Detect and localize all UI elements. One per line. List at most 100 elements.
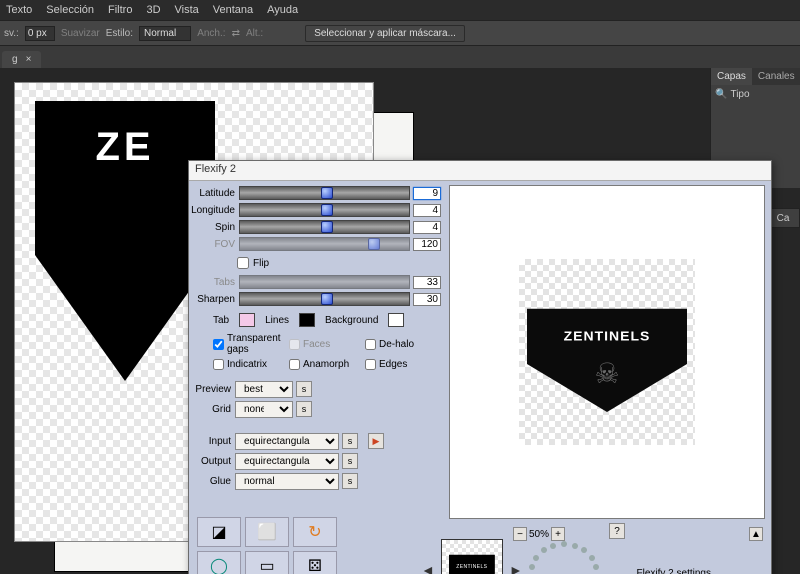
indicatrix-checkbox[interactable] <box>213 359 224 370</box>
output-label: Output <box>189 456 235 467</box>
glue-select[interactable]: normal <box>235 473 339 490</box>
dehalo-checkbox[interactable] <box>365 339 376 350</box>
main-menu-bar: Texto Selección Filtro 3D Vista Ventana … <box>0 0 800 20</box>
indicatrix-label: Indicatrix <box>227 359 267 370</box>
latitude-input[interactable] <box>413 187 441 200</box>
background-color-swatch[interactable] <box>388 313 404 327</box>
preview-label: Preview <box>189 384 235 395</box>
glue-reset-button[interactable]: s <box>342 473 358 489</box>
lines-color-swatch[interactable] <box>299 313 315 327</box>
preview-shield: ZENTINELS ☠ <box>527 292 687 412</box>
document-tab[interactable]: g × <box>2 51 41 68</box>
faces-label: Faces <box>303 339 330 350</box>
dialog-title: Flexify 2 <box>189 161 771 181</box>
settings-label: Flexify 2 settings <box>637 568 711 574</box>
opt-alt-label: Alt.: <box>246 28 263 39</box>
fov-input[interactable] <box>413 238 441 251</box>
flip-label: Flip <box>253 258 269 269</box>
input-play-button[interactable]: ▶ <box>368 433 384 449</box>
anamorph-label: Anamorph <box>303 359 349 370</box>
preset-refresh-icon[interactable]: ↻ <box>293 517 337 547</box>
preview-panel[interactable]: ZENTINELS ☠ <box>449 185 765 519</box>
tab-capas[interactable]: Capas <box>711 68 752 85</box>
anamorph-checkbox[interactable] <box>289 359 300 370</box>
menu-3d[interactable]: 3D <box>146 4 160 16</box>
output-select[interactable]: equirectangular <box>235 453 339 470</box>
tab-color-swatch[interactable] <box>239 313 255 327</box>
sharpen-input[interactable] <box>413 293 441 306</box>
menu-vista[interactable]: Vista <box>175 4 199 16</box>
lines-swatch-label: Lines <box>265 315 289 326</box>
spin-input[interactable] <box>413 221 441 234</box>
dehalo-label: De-halo <box>379 339 414 350</box>
input-label: Input <box>189 436 235 447</box>
input-select[interactable]: equirectangular <box>235 433 339 450</box>
tab-swatch-label: Tab <box>213 315 229 326</box>
spin-slider[interactable] <box>239 220 410 234</box>
grid-select[interactable]: none <box>235 401 293 418</box>
preview-checker: ZENTINELS ☠ <box>519 259 695 445</box>
preset-dice-icon[interactable]: ⚄ <box>293 551 337 574</box>
output-reset-button[interactable]: s <box>342 453 358 469</box>
edges-label: Edges <box>379 359 407 370</box>
shield-text: ZE <box>95 125 154 381</box>
thumbnail-text: ZENTINELS <box>449 564 495 570</box>
sharpen-slider[interactable] <box>239 292 410 306</box>
layer-filter-row[interactable]: 🔍 Tipo <box>715 89 796 100</box>
opt-suavizar: Suavizar <box>61 28 100 39</box>
opt-anch-label: Anch.: <box>197 28 225 39</box>
tabs-label: Tabs <box>189 277 239 288</box>
grid-reset-button[interactable]: s <box>296 401 312 417</box>
help-button[interactable]: ? <box>609 523 625 539</box>
menu-filtro[interactable]: Filtro <box>108 4 132 16</box>
transparent-gaps-label: Transparent gaps <box>227 333 289 355</box>
opt-sv-label: sv.: <box>4 28 19 39</box>
longitude-label: Longitude <box>189 205 239 216</box>
flip-checkbox[interactable] <box>237 257 249 269</box>
tab-canales[interactable]: Canales <box>752 68 800 85</box>
tabs-slider <box>239 275 410 289</box>
search-icon: 🔍 <box>715 89 727 100</box>
menu-seleccion[interactable]: Selección <box>46 4 94 16</box>
flexify-dialog: Flexify 2 Latitude Longitude Spin <box>188 160 772 574</box>
preset-folder-icon[interactable]: ▭ <box>245 551 289 574</box>
preview-select[interactable]: best <box>235 381 293 398</box>
thumb-next-icon[interactable]: ► <box>509 562 523 574</box>
select-mask-button[interactable]: Seleccionar y aplicar máscara... <box>305 25 465 42</box>
preset-apple-icon[interactable]: ⬜ <box>245 517 289 547</box>
opt-sv-input[interactable] <box>25 26 55 41</box>
options-bar: sv.: Suavizar Estilo: Normal Anch.: ⇄ Al… <box>0 20 800 46</box>
zoom-value: 50% <box>529 529 549 540</box>
swap-icon[interactable]: ⇄ <box>232 28 240 39</box>
thumbnail[interactable]: ZENTINELS <box>441 539 503 574</box>
menu-texto[interactable]: Texto <box>6 4 32 16</box>
tabs-input[interactable] <box>413 276 441 289</box>
longitude-input[interactable] <box>413 204 441 217</box>
opt-estilo-label: Estilo: <box>106 28 133 39</box>
dialog-controls: Latitude Longitude Spin FOV <box>189 185 441 492</box>
frame-dot-ring[interactable] <box>525 539 603 574</box>
preset-ring-icon[interactable]: ◯ <box>197 551 241 574</box>
zoom-in-button[interactable]: + <box>551 527 565 541</box>
zoom-out-button[interactable]: − <box>513 527 527 541</box>
glue-label: Glue <box>189 476 235 487</box>
fov-slider <box>239 237 410 251</box>
opt-estilo-dropdown[interactable]: Normal <box>139 26 191 41</box>
zoom-fit-button[interactable]: ▲ <box>749 527 763 541</box>
preview-reset-button[interactable]: s <box>296 381 312 397</box>
menu-ventana[interactable]: Ventana <box>213 4 253 16</box>
grid-label: Grid <box>189 404 235 415</box>
edges-checkbox[interactable] <box>365 359 376 370</box>
input-reset-button[interactable]: s <box>342 433 358 449</box>
workspace: ZE ◧ ▦ Capas Canales 🔍 Tipo Ca Flexify 2… <box>0 68 800 574</box>
preset-icon-grid: ◪ ⬜ ↻ ◯ ▭ ⚄ 🌍 ✚ ◆ ◆ ● <box>197 517 433 574</box>
longitude-slider[interactable] <box>239 203 410 217</box>
layer-filter-label: Tipo <box>730 89 749 100</box>
latitude-slider[interactable] <box>239 186 410 200</box>
latitude-label: Latitude <box>189 188 239 199</box>
preset-cube-icon[interactable]: ◪ <box>197 517 241 547</box>
menu-ayuda[interactable]: Ayuda <box>267 4 298 16</box>
close-icon[interactable]: × <box>26 54 32 65</box>
thumb-prev-icon[interactable]: ◄ <box>421 562 435 574</box>
transparent-gaps-checkbox[interactable] <box>213 339 224 350</box>
